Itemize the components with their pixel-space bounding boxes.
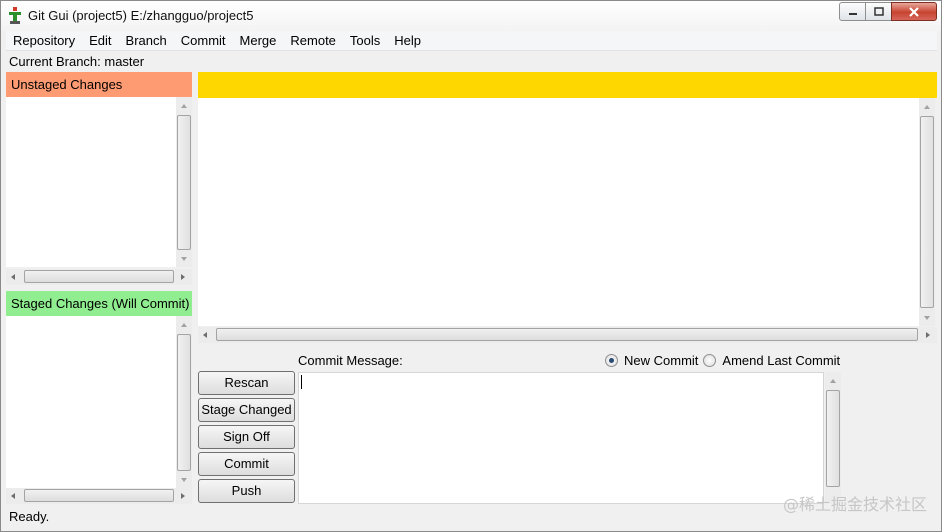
menu-commit[interactable]: Commit [174,31,233,51]
diff-view[interactable] [198,98,919,326]
text-caret [301,375,302,389]
restore-icon [873,7,884,16]
status-text: Ready. [9,509,50,524]
close-button[interactable] [891,2,937,21]
menu-repository[interactable]: Repository [6,31,82,51]
scroll-up-icon [830,379,836,383]
scroll-thumb[interactable] [920,116,934,308]
unstaged-file-list[interactable] [6,97,176,267]
sign-off-button[interactable]: Sign Off [198,425,295,449]
stage-changed-button[interactable]: Stage Changed [198,398,295,422]
watermark-text: @稀土掘金技术社区 [782,495,927,514]
diff-file-header [198,72,937,98]
scroll-down-icon [924,316,930,320]
menu-merge[interactable]: Merge [233,31,284,51]
scroll-up-icon [181,323,187,327]
menu-branch[interactable]: Branch [119,31,174,51]
scroll-right-icon [926,332,930,338]
scroll-thumb[interactable] [177,334,191,471]
commit-message-scrollbar[interactable] [825,372,841,504]
diff-vertical-scrollbar[interactable] [919,98,935,326]
window-title: Git Gui (project5) E:/zhangguo/project5 [28,8,254,23]
staged-vertical-scrollbar[interactable] [176,316,192,488]
git-gui-window: Git Gui (project5) E:/zhangguo/project5 … [0,0,942,532]
scroll-up-icon [924,105,930,109]
staged-changes-header: Staged Changes (Will Commit) [6,291,192,316]
minimize-button[interactable] [839,2,866,21]
scroll-thumb[interactable] [216,328,918,341]
staged-file-list[interactable] [6,316,176,488]
rescan-button[interactable]: Rescan [198,371,295,395]
scroll-down-icon [181,478,187,482]
scroll-left-icon [203,332,207,338]
scroll-right-icon [181,274,185,280]
diff-horizontal-scrollbar[interactable] [198,327,937,343]
title-bar[interactable]: Git Gui (project5) E:/zhangguo/project5 [1,1,941,31]
scroll-down-icon [181,257,187,261]
unstaged-vertical-scrollbar[interactable] [176,97,192,267]
scroll-up-icon [181,104,187,108]
push-button[interactable]: Push [198,479,295,503]
menu-tools[interactable]: Tools [343,31,387,51]
action-buttons: Rescan Stage Changed Sign Off Commit Pus… [198,371,295,506]
unstaged-changes-header: Unstaged Changes [6,72,192,97]
minimize-icon [848,12,857,15]
menu-help[interactable]: Help [387,31,428,51]
scroll-thumb[interactable] [177,115,191,250]
menu-bar: Repository Edit Branch Commit Merge Remo… [6,31,937,51]
commit-message-label: Commit Message: [298,353,403,368]
scroll-thumb[interactable] [24,270,174,283]
amend-last-commit-label[interactable]: Amend Last Commit [722,353,840,368]
amend-last-commit-radio[interactable] [703,354,717,367]
new-commit-label[interactable]: New Commit [624,353,698,368]
menu-remote[interactable]: Remote [283,31,343,51]
maximize-button[interactable] [865,2,892,21]
staged-horizontal-scrollbar[interactable] [6,488,192,504]
commit-message-input[interactable] [298,372,824,504]
scroll-left-icon [11,493,15,499]
new-commit-radio[interactable] [605,354,618,367]
commit-button[interactable]: Commit [198,452,295,476]
unstaged-horizontal-scrollbar[interactable] [6,269,192,285]
scroll-left-icon [11,274,15,280]
scroll-right-icon [181,493,185,499]
menu-edit[interactable]: Edit [82,31,118,51]
commit-mode-options: New Commit Amend Last Commit [605,353,845,368]
scroll-thumb[interactable] [826,390,840,487]
current-branch-label: Current Branch: master [9,54,145,69]
git-app-icon [9,7,21,24]
close-icon [909,6,919,17]
scroll-thumb[interactable] [24,489,174,502]
